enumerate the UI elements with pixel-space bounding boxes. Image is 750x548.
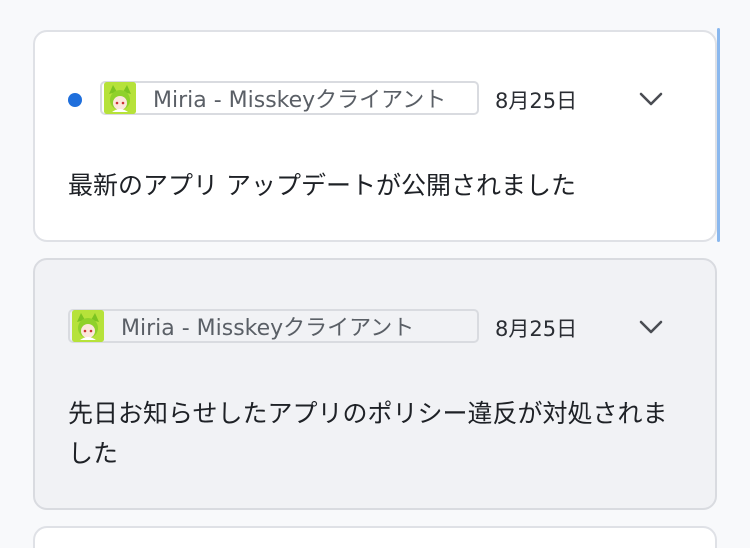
app-chip[interactable]: Miria - Misskeyクライアント xyxy=(100,81,479,115)
app-name: Miria - Misskeyクライアント xyxy=(153,88,447,113)
notification-card-read[interactable]: Miria - Misskeyクライアント 8月25日 先日お知らせしたアプリの… xyxy=(33,258,717,510)
notification-date: 8月25日 xyxy=(495,89,578,113)
notification-message: 最新のアプリ アップデートが公開されました xyxy=(68,171,576,200)
unread-indicator-dot xyxy=(68,93,82,107)
app-chip[interactable]: Miria - Misskeyクライアント xyxy=(68,309,479,343)
notification-header: Miria - Misskeyクライアント 8月25日 xyxy=(35,79,715,119)
miria-app-icon-graphic xyxy=(104,82,136,114)
miria-app-icon-graphic xyxy=(72,310,104,342)
miria-app-icon xyxy=(104,82,136,114)
miria-app-icon xyxy=(72,310,104,342)
notification-card-unread[interactable]: Miria - Misskeyクライアント 8月25日 最新のアプリ アップデー… xyxy=(33,30,717,242)
notification-card-partial[interactable] xyxy=(33,526,717,548)
app-name: Miria - Misskeyクライアント xyxy=(121,316,415,341)
notification-list: Miria - Misskeyクライアント 8月25日 最新のアプリ アップデー… xyxy=(0,0,750,548)
notification-date: 8月25日 xyxy=(495,317,578,341)
notification-message: 先日お知らせしたアプリのポリシー違反が対処されました xyxy=(68,399,668,468)
chevron-down-icon[interactable] xyxy=(637,313,665,341)
notification-header: Miria - Misskeyクライアント 8月25日 xyxy=(35,307,715,347)
scroll-indicator[interactable] xyxy=(717,28,720,242)
chevron-down-icon[interactable] xyxy=(637,85,665,113)
